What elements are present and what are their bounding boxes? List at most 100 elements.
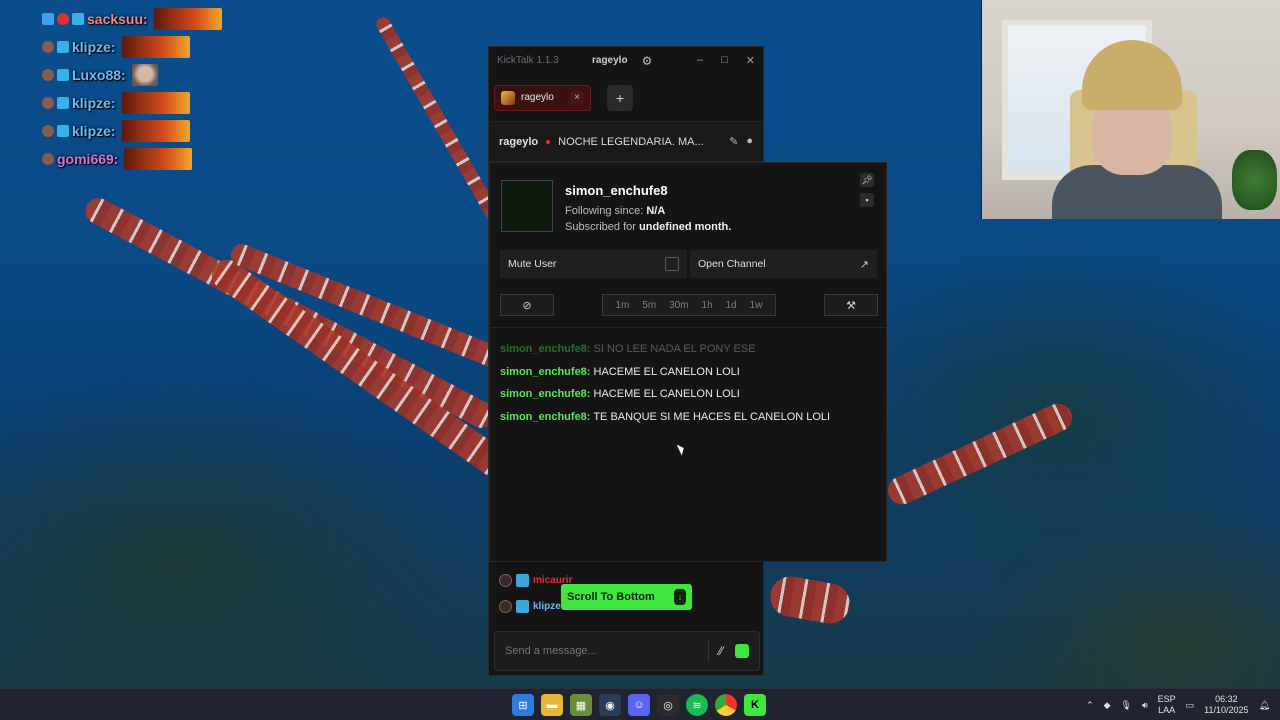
minimize-icon[interactable]: – (697, 54, 703, 67)
overlay-chat-line: klipze: (42, 89, 222, 117)
mod-tools-icon[interactable]: ✎ (729, 135, 738, 148)
maximize-icon[interactable]: □ (721, 54, 728, 67)
list-item: simon_enchufe8: SI NO LEE NADA EL PONY E… (500, 338, 880, 361)
overlay-chat-line: gomi669: (42, 145, 222, 173)
message-username: simon_enchufe8: (500, 343, 591, 355)
message-text: TE BANQUE SI ME HACES EL CANELON LOLI (593, 410, 831, 423)
scroll-to-bottom-button[interactable]: Scroll To Bottom ↓ (561, 584, 692, 610)
badge-icon (42, 125, 54, 137)
badge-icon (499, 599, 512, 613)
ban-icon: ⊘ (522, 299, 532, 312)
moderation-row: ⊘ 1m 5m 30m 1h 1d 1w ⚒ (500, 294, 878, 316)
volume-icon[interactable]: 🔊︎ (1142, 700, 1148, 711)
overlay-username: gomi669: (57, 151, 119, 167)
overlay-username: Luxo88: (72, 67, 126, 83)
list-item: simon_enchufe8: HACEME EL CANELON LOLI (500, 383, 880, 406)
chat-username[interactable]: klipze: (533, 601, 564, 612)
network-icon[interactable]: ▭ (1186, 700, 1195, 711)
message-text: HACEME EL CANELON LOLI (593, 365, 740, 378)
subscribed-value: undefined month. (639, 221, 732, 233)
message-username: simon_enchufe8: (500, 365, 591, 378)
lang-sub: LAA (1158, 705, 1176, 715)
channel-tab-bar: rageylo × + (489, 74, 763, 122)
lang-code: ESP (1157, 694, 1176, 704)
message-username: simon_enchufe8: (500, 388, 591, 400)
microphone-icon[interactable]: 🎙︎ (1121, 700, 1132, 711)
message-composer: ⁄⁄ (494, 631, 760, 671)
overlay-username: sacksuu: (87, 11, 148, 27)
timeout-1d[interactable]: 1d (726, 300, 737, 311)
user-icon[interactable]: ● (746, 135, 753, 148)
emote-icon (121, 92, 190, 114)
mute-user-button[interactable]: Mute User (500, 250, 687, 278)
badge-icon (42, 153, 54, 165)
badge-icon (499, 573, 512, 587)
timeout-5m[interactable]: 5m (642, 300, 656, 311)
following-info: Following since: N/A (565, 205, 731, 217)
clock-time: 06:32 (1215, 694, 1238, 704)
notification-icon[interactable]: 🔔︎ (1259, 700, 1270, 711)
emote-icon (153, 8, 222, 30)
add-tab-button[interactable]: + (607, 84, 633, 111)
chrome-icon[interactable] (715, 694, 737, 716)
sub-badge-icon (57, 97, 69, 109)
clock-date: 11/10/2025 (1204, 705, 1249, 715)
pin-icon[interactable]: 📌︎ (860, 173, 874, 187)
tab-rageylo[interactable]: rageylo × (494, 84, 591, 111)
minecraft-icon[interactable]: ▦ (570, 694, 592, 716)
popup-header: simon_enchufe8 Following since: N/A Subs… (501, 180, 731, 233)
timeout-1w[interactable]: 1w (750, 300, 763, 311)
timeout-1h[interactable]: 1h (702, 300, 713, 311)
following-value: N/A (646, 205, 666, 217)
kicktalk-icon[interactable]: K (744, 694, 766, 716)
system-clock[interactable]: 06:32 11/10/2025 (1204, 694, 1248, 716)
message-input[interactable] (505, 645, 675, 657)
mute-checkbox[interactable] (665, 257, 679, 271)
sub-badge-icon (57, 41, 69, 53)
security-icon[interactable]: ◆ (1104, 700, 1111, 711)
list-item: simon_enchufe8: TE BANQUE SI ME HACES EL… (500, 406, 880, 429)
file-explorer-icon[interactable]: ▬ (541, 694, 563, 716)
message-text: SI NO LEE NADA EL PONY ESE (593, 343, 756, 355)
sub-badge-icon (72, 13, 84, 25)
close-tab-icon[interactable]: × (570, 90, 584, 105)
hammer-icon: ⚒ (846, 299, 856, 312)
sub-badge-icon (57, 69, 69, 81)
language-indicator[interactable]: ESP LAA (1158, 694, 1176, 716)
current-user[interactable]: rageylo (592, 55, 628, 66)
webcam-feed (981, 0, 1280, 219)
mod-button[interactable]: ⚒ (824, 294, 878, 316)
subscribed-prefix: Subscribed for (565, 221, 636, 233)
overlay-chat-line: Luxo88: (42, 61, 222, 89)
divider (707, 640, 709, 662)
overlay-username: klipze: (72, 123, 116, 139)
steam-icon[interactable]: ◉ (599, 694, 621, 716)
sub-badge-icon (516, 599, 529, 613)
copy-icon[interactable]: ▪ (860, 193, 874, 207)
message-username: simon_enchufe8: (500, 410, 591, 423)
live-indicator (546, 139, 551, 144)
discord-icon[interactable]: ☺ (628, 694, 650, 716)
list-item: simon_enchufe8: HACEME EL CANELON LOLI (500, 361, 880, 384)
emote-picker-icon[interactable]: ⁄⁄ (719, 644, 723, 658)
timeout-options: 1m 5m 30m 1h 1d 1w (602, 294, 776, 316)
message-text: HACEME EL CANELON LOLI (593, 388, 740, 400)
spotify-icon[interactable]: ≋ (686, 694, 708, 716)
taskbar: ⊞ ▬ ▦ ◉ ☺ ◎ ≋ K ⌃ ◆ 🎙︎ 🔊︎ ESP LAA ▭ 06:3… (0, 688, 1280, 720)
timeout-1m[interactable]: 1m (615, 300, 629, 311)
timeout-30m[interactable]: 30m (669, 300, 688, 311)
close-icon[interactable]: ✕ (746, 54, 755, 67)
obs-icon[interactable]: ◎ (657, 694, 679, 716)
arrow-down-icon: ↓ (674, 589, 686, 605)
windows-start-icon[interactable]: ⊞ (512, 694, 534, 716)
chevron-up-icon[interactable]: ⌃ (1086, 700, 1094, 711)
overlay-chat-line: klipze: (42, 117, 222, 145)
open-channel-button[interactable]: Open Channel ↗ (690, 250, 877, 278)
overlay-username: klipze: (72, 39, 116, 55)
stream-title: NOCHE LEGENDARIA. MA... (558, 135, 704, 148)
emote-icon (121, 120, 190, 142)
gear-icon[interactable]: ⚙ (642, 54, 653, 68)
ban-button[interactable]: ⊘ (500, 294, 554, 316)
badge-icon (42, 41, 54, 53)
kick-emote-icon[interactable] (735, 644, 749, 658)
